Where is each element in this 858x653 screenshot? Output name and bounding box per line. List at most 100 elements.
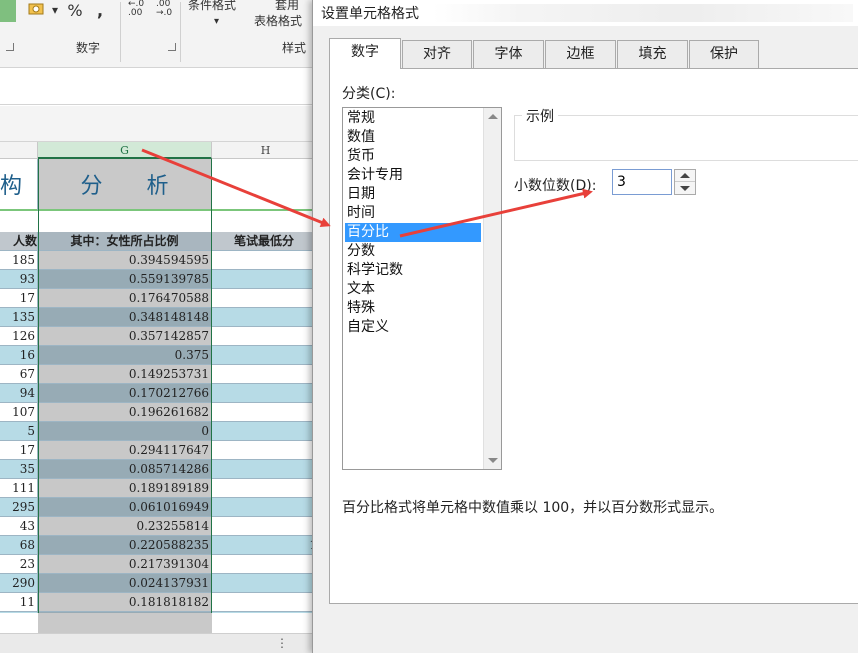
cell-count[interactable]: 35 [0,460,38,479]
cell-female-ratio[interactable]: 0.348148148 [38,308,212,327]
cell-count[interactable]: 185 [0,251,38,270]
conditional-format-dropdown-icon[interactable]: ▾ [214,16,219,27]
comma-style-button[interactable]: , [90,0,110,20]
cell-female-ratio[interactable]: 0.061016949 [38,498,212,517]
cell-count[interactable]: 111 [0,479,38,498]
column-header-g[interactable]: G [38,142,212,159]
category-custom[interactable]: 自定义 [345,318,481,337]
cell-count[interactable]: 67 [0,365,38,384]
table-format-button[interactable]: 表格格式 [254,12,302,29]
tab-number[interactable]: 数字 [329,38,401,69]
clipboard-launcher-icon[interactable] [6,43,14,51]
category-list[interactable]: 常规 数值 货币 会计专用 日期 时间 百分比 分数 科学记数 文本 特殊 自定… [342,107,502,470]
cell-min-score[interactable] [212,441,320,460]
tab-fill[interactable]: 填充 [617,40,688,68]
cell-count[interactable]: 43 [0,517,38,536]
conditional-format-button[interactable]: 条件格式 [188,0,236,13]
category-special[interactable]: 特殊 [345,299,481,318]
spin-up-button[interactable] [675,170,695,182]
cell-count[interactable]: 126 [0,327,38,346]
tab-border[interactable]: 边框 [545,40,616,68]
formula-bar-area[interactable] [0,69,320,105]
cell-female-ratio[interactable]: 0.23255814 [38,517,212,536]
cell-min-score[interactable]: 1 [212,536,320,555]
category-fraction[interactable]: 分数 [345,242,481,261]
cell-min-score[interactable] [212,289,320,308]
category-percentage[interactable]: 百分比 [345,223,481,242]
cell-min-score[interactable] [212,574,320,593]
cell-female-ratio[interactable]: 0.294117647 [38,441,212,460]
decimal-places-input[interactable] [612,169,672,195]
category-scientific[interactable]: 科学记数 [345,261,481,280]
header-cell-female-ratio[interactable]: 其中：女性所占比例 [38,232,212,251]
cell-count[interactable]: 23 [0,555,38,574]
tab-font[interactable]: 字体 [473,40,544,68]
title-cell-b[interactable]: 构 [0,159,38,211]
cell-count[interactable]: 94 [0,384,38,403]
decimal-places-spinner[interactable] [674,169,696,195]
cell-female-ratio[interactable]: 0.220588235 [38,536,212,555]
cell-female-ratio[interactable]: 0.196261682 [38,403,212,422]
header-cell-min-score[interactable]: 笔试最低分 [212,232,320,251]
cell-female-ratio[interactable]: 0.217391304 [38,555,212,574]
sheet-scroll-dots-icon[interactable]: ⋮ [276,636,288,650]
category-general[interactable]: 常规 [345,109,481,128]
cell-count[interactable]: 135 [0,308,38,327]
cell-min-score[interactable] [212,422,320,441]
cell-min-score[interactable] [212,517,320,536]
currency-format-icon[interactable] [26,0,48,20]
scroll-up-icon[interactable] [488,114,498,119]
category-accounting[interactable]: 会计专用 [345,166,481,185]
cell-female-ratio[interactable]: 0.176470588 [38,289,212,308]
cell-count[interactable]: 68 [0,536,38,555]
cell-min-score[interactable] [212,555,320,574]
category-date[interactable]: 日期 [345,185,481,204]
cell-min-score[interactable] [212,403,320,422]
cell-female-ratio[interactable]: 0 [38,422,212,441]
cell-female-ratio[interactable]: 0.170212766 [38,384,212,403]
cell-female-ratio[interactable]: 0.024137931 [38,574,212,593]
tab-alignment[interactable]: 对齐 [402,40,472,68]
cell-min-score[interactable] [212,327,320,346]
cell-count[interactable]: 16 [0,346,38,365]
cell-min-score[interactable] [212,251,320,270]
cell-min-score[interactable] [212,479,320,498]
cell-min-score[interactable] [212,365,320,384]
tab-protection[interactable]: 保护 [689,40,759,68]
cell-female-ratio[interactable]: 0.394594595 [38,251,212,270]
category-scrollbar[interactable] [483,108,501,469]
cell-count[interactable]: 295 [0,498,38,517]
cell-min-score[interactable] [212,270,320,289]
cell-female-ratio[interactable]: 0.375 [38,346,212,365]
cell-min-score[interactable] [212,593,320,612]
category-text[interactable]: 文本 [345,280,481,299]
category-time[interactable]: 时间 [345,204,481,223]
column-header-f[interactable] [0,142,38,159]
cell-count[interactable]: 17 [0,441,38,460]
category-currency[interactable]: 货币 [345,147,481,166]
cell-min-score[interactable] [212,460,320,479]
cell-count[interactable]: 93 [0,270,38,289]
cell-min-score[interactable] [212,384,320,403]
cell-female-ratio[interactable]: 0.357142857 [38,327,212,346]
cell-count[interactable]: 11 [0,593,38,612]
currency-dropdown-icon[interactable]: ▾ [50,0,60,20]
cell-count[interactable]: 107 [0,403,38,422]
empty-cell-g[interactable] [38,613,212,633]
scroll-down-icon[interactable] [488,458,498,463]
cell-female-ratio[interactable]: 0.181818182 [38,593,212,612]
cell-count[interactable]: 5 [0,422,38,441]
cell-count[interactable]: 290 [0,574,38,593]
header-cell-count[interactable]: 人数 [0,232,38,251]
cell-female-ratio[interactable]: 0.189189189 [38,479,212,498]
cell-female-ratio[interactable]: 0.085714286 [38,460,212,479]
category-number[interactable]: 数值 [345,128,481,147]
title-cell-h[interactable] [212,159,320,211]
number-launcher-icon[interactable] [168,43,176,51]
column-header-h[interactable]: H [212,142,320,159]
decrease-decimal-button[interactable]: .00 →.0 [156,0,172,18]
percent-style-button[interactable]: % [64,0,86,20]
cell-min-score[interactable] [212,308,320,327]
spin-down-button[interactable] [675,182,695,194]
cell-female-ratio[interactable]: 0.559139785 [38,270,212,289]
